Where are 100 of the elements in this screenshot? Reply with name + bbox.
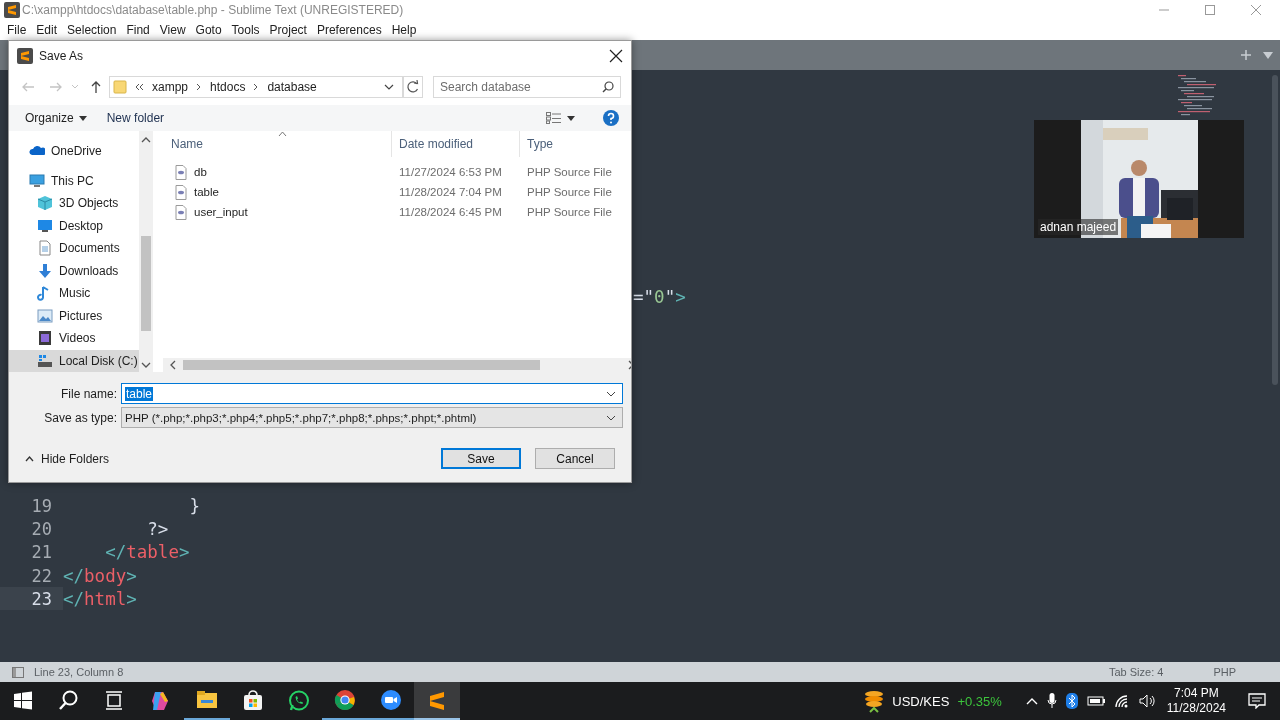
menu-item[interactable]: Project <box>264 23 312 37</box>
breadcrumb[interactable]: htdocs <box>210 80 246 94</box>
window-title: C:\xampp\htdocs\database\table.php - Sublime Text (UNREGISTERED) <box>22 3 404 17</box>
chevron-down-icon[interactable] <box>384 83 394 91</box>
dialog-button[interactable]: Cancel <box>535 448 615 469</box>
line-number: 21 <box>31 542 52 563</box>
chevron-down-icon <box>606 414 616 421</box>
menu-item[interactable]: Find <box>121 23 155 37</box>
breadcrumb[interactable]: xampp <box>152 80 189 94</box>
panel-icon[interactable] <box>12 666 24 678</box>
search-field[interactable]: Search database <box>433 76 621 98</box>
tab-size[interactable]: Tab Size: 4 <box>1108 666 1164 678</box>
breadcrumb[interactable]: database <box>267 80 317 94</box>
nav-item[interactable]: Music <box>9 282 139 305</box>
chevron-right-icon <box>253 83 260 91</box>
caret-icon <box>78 115 87 121</box>
currency-pair[interactable]: USD/KES <box>892 693 950 709</box>
menu-item[interactable]: Tools <box>226 23 265 37</box>
file-name[interactable]: db <box>194 166 207 178</box>
php-file-icon <box>174 184 188 200</box>
code-line: </html> <box>63 588 137 609</box>
menu-item[interactable]: Help <box>386 23 422 37</box>
sublime-icon <box>4 2 20 18</box>
file-type: PHP Source File <box>527 166 612 178</box>
column-header[interactable]: Name <box>156 131 392 157</box>
nav-item[interactable]: Documents <box>9 237 139 260</box>
file-name[interactable]: user_input <box>194 206 248 218</box>
list-view-icon <box>546 112 562 124</box>
save-type-dropdown[interactable]: PHP (*.php;*.php3;*.php4;*.php5;*.php7;*.php8;*.phps;*.phpt;*.phtml) <box>121 407 623 428</box>
file-type: PHP Source File <box>527 206 612 218</box>
vertical-scrollbar[interactable] <box>139 131 153 375</box>
menu-item[interactable]: Selection <box>62 23 122 37</box>
menu-item[interactable]: Edit <box>31 23 63 37</box>
pictures-icon <box>37 307 53 324</box>
dialog-title: Save As <box>39 49 84 63</box>
maximize-icon[interactable] <box>1204 4 1216 16</box>
line-number: 23 <box>31 588 52 609</box>
line-number: 19 <box>31 495 52 516</box>
pc-icon <box>29 172 45 189</box>
clock[interactable]: 7:04 PM 11/28/2024 <box>1166 686 1226 716</box>
nav-item[interactable]: This PC <box>9 169 139 192</box>
file-name[interactable]: table <box>194 186 219 198</box>
cursor-position: Line 23, Column 8 <box>34 666 124 678</box>
wifi-icon[interactable] <box>1113 694 1130 708</box>
desktop-icon <box>37 217 53 234</box>
menu-item[interactable]: Goto <box>190 23 227 37</box>
address-bar[interactable]: xampp htdocs database <box>109 76 403 98</box>
file-name-field[interactable]: table <box>121 383 623 404</box>
column-header[interactable]: Type <box>520 131 631 157</box>
column-header[interactable]: Date modified <box>392 131 520 157</box>
organize-button[interactable]: Organize <box>19 109 93 127</box>
video-camera-icon <box>379 688 403 712</box>
menu-item[interactable]: Preferences <box>311 23 387 37</box>
nav-item[interactable]: Desktop <box>9 214 139 237</box>
disk-icon <box>37 352 53 369</box>
php-file-icon <box>174 164 188 180</box>
plus-icon[interactable] <box>1240 49 1252 61</box>
new-folder-button[interactable]: New folder <box>100 109 171 127</box>
chevron-right-icon <box>196 83 203 91</box>
nav-item[interactable]: Downloads <box>9 259 139 282</box>
chrome-icon <box>333 688 357 712</box>
menu-item[interactable]: View <box>154 23 191 37</box>
file-date: 11/28/2024 6:45 PM <box>399 206 502 218</box>
taskbar-button[interactable] <box>414 682 460 720</box>
nav-item[interactable]: Local Disk (C:) <box>9 349 139 372</box>
scrollbar[interactable] <box>1271 75 1279 385</box>
volume-icon[interactable] <box>1138 694 1157 708</box>
sublime-icon <box>17 48 33 64</box>
file-date: 11/27/2024 6:53 PM <box>399 166 502 178</box>
participant-name: adnan majeed <box>1038 219 1119 235</box>
notification-icon[interactable] <box>1248 693 1266 709</box>
refresh-icon[interactable] <box>403 76 423 98</box>
code-line: } <box>189 495 200 516</box>
currency-change: +0.35% <box>957 693 1002 709</box>
nav-item[interactable]: Videos <box>9 327 139 350</box>
php-file-icon <box>174 204 188 220</box>
help-icon[interactable] <box>603 110 619 126</box>
caret-icon[interactable] <box>1262 49 1274 61</box>
chevron-up-icon[interactable] <box>1025 697 1038 705</box>
caret-icon <box>567 115 575 121</box>
field-label: Save as type: <box>43 410 118 425</box>
chevron-up-icon <box>25 455 34 462</box>
nav-item[interactable]: OneDrive <box>9 140 139 163</box>
downloads-icon <box>37 262 53 279</box>
nav-item[interactable]: Pictures <box>9 304 139 327</box>
battery-icon[interactable] <box>1086 695 1105 707</box>
dialog-button[interactable]: Save <box>441 448 521 469</box>
bluetooth-icon[interactable] <box>1065 693 1078 709</box>
microphone-icon[interactable] <box>1046 693 1057 709</box>
horizontal-scrollbar[interactable] <box>163 358 631 372</box>
nav-item[interactable]: 3D Objects <box>9 192 139 215</box>
syntax-mode[interactable]: PHP <box>1213 666 1236 678</box>
close-icon[interactable] <box>609 49 623 63</box>
videos-icon <box>37 330 53 347</box>
file-date: 11/28/2024 7:04 PM <box>399 186 502 198</box>
menu-item[interactable]: File <box>2 23 32 37</box>
code-line: ="0"> <box>633 287 686 308</box>
hide-folders-button[interactable]: Hide Folders <box>19 450 116 467</box>
objects-icon <box>37 195 53 212</box>
up-arrow-icon[interactable] <box>89 80 103 94</box>
